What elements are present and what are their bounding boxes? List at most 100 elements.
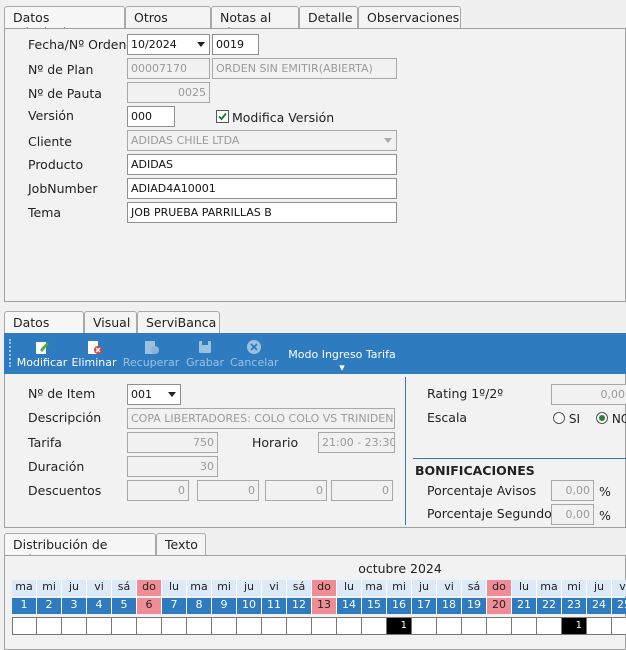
escala-si-radio[interactable]: SI bbox=[553, 412, 580, 426]
horario-input: 21:00 - 23:30 bbox=[318, 432, 395, 453]
calendar-spot-cell[interactable] bbox=[512, 617, 537, 635]
calendar-spot-cell[interactable] bbox=[87, 617, 112, 635]
calendar-spot-cell[interactable] bbox=[212, 617, 237, 635]
calendar-spot-cell[interactable] bbox=[162, 617, 187, 635]
toolbar-grip bbox=[9, 339, 11, 367]
calendar-spot-cell[interactable]: 1 bbox=[562, 617, 587, 635]
calendar-weekday: mi bbox=[387, 580, 412, 596]
calendar-day-number: 22 bbox=[537, 598, 562, 614]
edit-icon bbox=[36, 342, 49, 354]
calendar-spot-cell[interactable] bbox=[37, 617, 62, 635]
calendar-weekday: mi bbox=[212, 580, 237, 596]
recover-icon bbox=[145, 341, 159, 354]
calendar-day-number: 8 bbox=[187, 598, 212, 614]
tab-notas-al-pie[interactable]: Notas al Pie bbox=[211, 6, 299, 40]
calendar-weekday: do bbox=[487, 580, 512, 596]
grabar-button[interactable]: Grabar bbox=[184, 333, 226, 374]
calendar-day-number: 16 bbox=[387, 598, 412, 614]
percent-label: % bbox=[599, 508, 611, 523]
jobnumber-input[interactable]: ADIAD4A10001 bbox=[127, 178, 397, 199]
calendar-spot-cell[interactable] bbox=[237, 617, 262, 635]
producto-input[interactable]: ADIDAS bbox=[127, 154, 397, 175]
pauta-label: Nº de Pauta bbox=[28, 86, 102, 101]
check-icon bbox=[218, 112, 227, 121]
cliente-value: ADIDAS CHILE LTDA bbox=[131, 134, 240, 147]
eliminar-button[interactable]: Eliminar bbox=[70, 333, 118, 374]
horario-label: Horario bbox=[252, 435, 299, 450]
rating-input: 0,00 bbox=[551, 384, 626, 405]
calendar-spot-cell[interactable] bbox=[112, 617, 137, 635]
calendar-spot-cell[interactable]: 1 bbox=[387, 617, 412, 635]
producto-label: Producto bbox=[28, 157, 84, 172]
calendar-spot-cell[interactable] bbox=[12, 617, 37, 635]
cancelar-button[interactable]: Cancelar bbox=[230, 333, 279, 374]
tab-distribucion-avisos[interactable]: Distribución de Avisos bbox=[4, 533, 156, 567]
calendar-spot-cell[interactable] bbox=[487, 617, 512, 635]
fecha-value: 10/2024 bbox=[131, 38, 177, 51]
calendar-spot-cell[interactable] bbox=[587, 617, 612, 635]
calendar-weekday: ju bbox=[237, 580, 262, 596]
recuperar-label: Recuperar bbox=[122, 356, 180, 369]
tarifa-label: Tarifa bbox=[28, 435, 62, 450]
escala-no-radio[interactable]: NO bbox=[596, 412, 626, 426]
tab-visual[interactable]: Visual bbox=[84, 311, 137, 333]
modifica-version-checkbox[interactable] bbox=[216, 110, 229, 123]
calendar-spot-cell[interactable] bbox=[262, 617, 287, 635]
calendar-day-number: 1 bbox=[12, 598, 37, 614]
fecha-select[interactable]: 10/2024 bbox=[127, 34, 210, 55]
tab-servibanca[interactable]: ServiBanca bbox=[137, 311, 220, 333]
tema-input[interactable]: JOB PRUEBA PARRILLAS B bbox=[127, 202, 397, 223]
calendar-weekday: sá bbox=[112, 580, 137, 596]
radio-icon bbox=[553, 412, 565, 424]
calendar-weekday: lu bbox=[512, 580, 537, 596]
item-tabbar: Datos Item Visual ServiBanca bbox=[0, 311, 626, 345]
cliente-label: Cliente bbox=[28, 134, 72, 149]
modificar-button[interactable]: Modificar bbox=[16, 333, 68, 374]
calendar-spot-cell[interactable] bbox=[612, 617, 626, 635]
modo-ingreso-dropdown[interactable]: Modo Ingreso Tarifa ▾ bbox=[286, 348, 398, 374]
calendar-weekday: ju bbox=[587, 580, 612, 596]
percent-label: % bbox=[599, 484, 611, 499]
calendar-spot-cell[interactable] bbox=[137, 617, 162, 635]
escala-si-label: SI bbox=[568, 412, 580, 426]
tab-otros-datos[interactable]: Otros Datos bbox=[125, 6, 211, 40]
calendar-spot-cell[interactable] bbox=[312, 617, 337, 635]
calendar-weekday: sá bbox=[287, 580, 312, 596]
calendar-day-number: 25 bbox=[612, 598, 626, 614]
calendar-spot-cell[interactable] bbox=[62, 617, 87, 635]
calendar-day-number: 18 bbox=[437, 598, 462, 614]
calendar-spot-cell[interactable] bbox=[187, 617, 212, 635]
cancel-icon bbox=[247, 340, 261, 354]
tab-detalle[interactable]: Detalle bbox=[299, 6, 358, 28]
calendar-weekday: ju bbox=[62, 580, 87, 596]
tema-label: Tema bbox=[28, 205, 62, 220]
tab-observaciones[interactable]: Observaciones bbox=[358, 6, 461, 28]
calendar-spot-cell[interactable] bbox=[462, 617, 487, 635]
calendar-day-number: 7 bbox=[162, 598, 187, 614]
tab-datos-item[interactable]: Datos Item bbox=[4, 311, 84, 345]
calendar-spot-cell[interactable] bbox=[412, 617, 437, 635]
calendar-spot-cell[interactable] bbox=[362, 617, 387, 635]
cliente-select: ADIDAS CHILE LTDA bbox=[127, 130, 397, 151]
nitem-select[interactable]: 001 bbox=[127, 384, 181, 405]
calendar-spot-cell[interactable] bbox=[287, 617, 312, 635]
calendar-spot-cell[interactable] bbox=[437, 617, 462, 635]
calendar-day-number: 13 bbox=[312, 598, 337, 614]
pauta-input: 0025 bbox=[127, 82, 210, 103]
calendar-spot-cell[interactable] bbox=[337, 617, 362, 635]
version-input[interactable]: 000 bbox=[127, 106, 175, 127]
orden-input[interactable]: 0019 bbox=[212, 34, 259, 55]
recuperar-button[interactable]: Recuperar bbox=[122, 333, 180, 374]
tab-datos-principales[interactable]: Datos Principales bbox=[4, 6, 125, 40]
calendar-day-number: 15 bbox=[362, 598, 387, 614]
porc-segundos-label: Porcentaje Segundos bbox=[427, 506, 559, 521]
calendar-day-number: 20 bbox=[487, 598, 512, 614]
calendar-day-number: 12 bbox=[287, 598, 312, 614]
tab-texto[interactable]: Texto bbox=[156, 533, 206, 555]
modificar-label: Modificar bbox=[16, 356, 68, 369]
calendar-day-number: 11 bbox=[262, 598, 287, 614]
calendar-weekday: do bbox=[137, 580, 162, 596]
calendar-day-number: 4 bbox=[87, 598, 112, 614]
calendar-spot-cell[interactable] bbox=[537, 617, 562, 635]
descuento-4-input: 0 bbox=[331, 480, 393, 501]
